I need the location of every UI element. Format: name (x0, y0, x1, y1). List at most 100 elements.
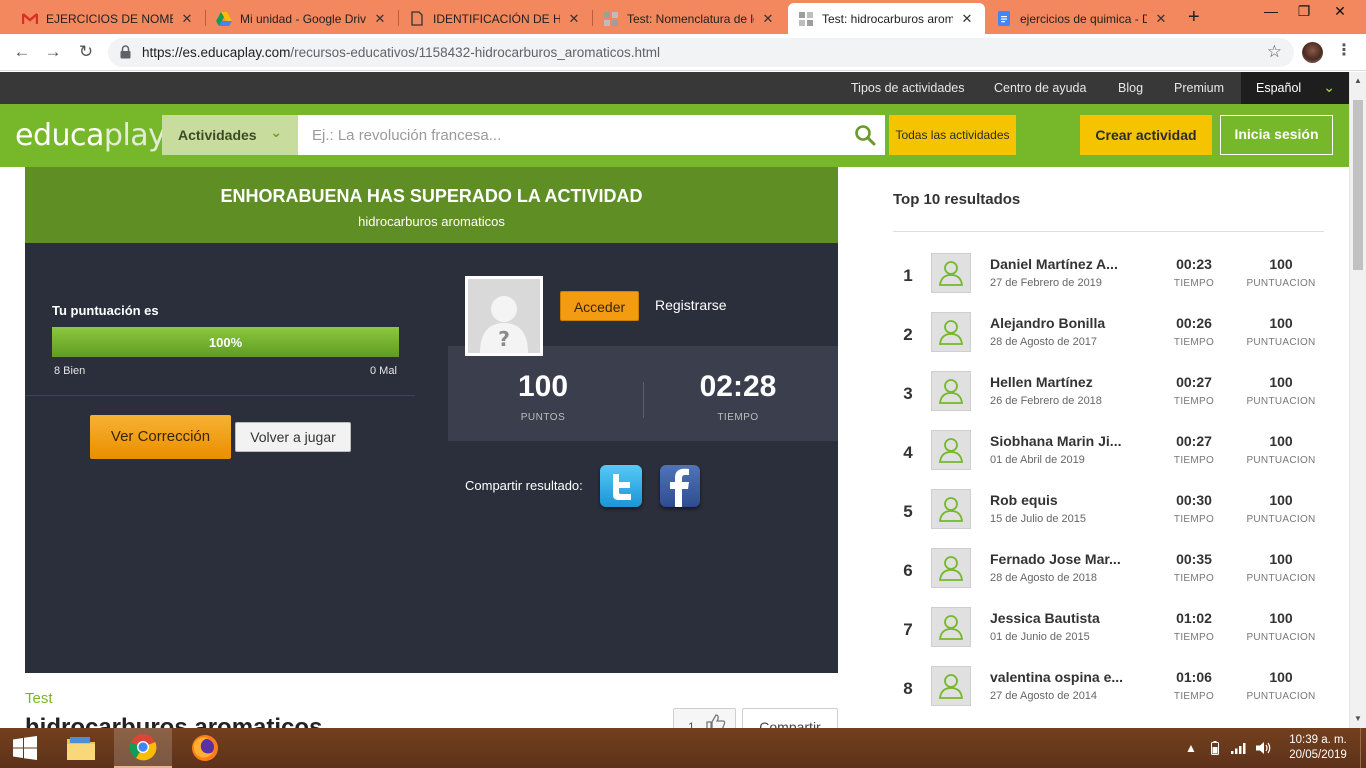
nav-link-premium[interactable]: Premium (1174, 81, 1224, 95)
search-input[interactable] (298, 115, 885, 155)
bookmark-star-icon[interactable]: ☆ (1267, 42, 1282, 62)
score-label: PUNTUACION (1246, 514, 1316, 525)
user-icon (931, 666, 971, 706)
windows-start-button[interactable] (0, 728, 50, 768)
url-bar[interactable]: https://es.educaplay.com/recursos-educat… (108, 38, 1294, 67)
play-again-button[interactable]: Volver a jugar (235, 422, 351, 452)
browser-tab[interactable]: IDENTIFICACIÓN DE HIDROCARBUROS ✕ (399, 3, 592, 34)
player-name: Alejandro Bonilla (990, 315, 1106, 331)
register-link[interactable]: Registrarse (655, 297, 727, 313)
page-scrollbar[interactable]: ▲ ▼ (1349, 72, 1366, 728)
rank-position: 8 (903, 679, 913, 698)
google-docs-icon (996, 11, 1012, 27)
result-time: 00:26 (1176, 315, 1212, 331)
rank-position: 4 (903, 443, 913, 462)
time-label: TIEMPO (717, 412, 759, 423)
scroll-up-icon[interactable]: ▲ (1354, 76, 1362, 85)
time-label: TIEMPO (1173, 337, 1215, 348)
result-time: 00:27 (1176, 374, 1212, 390)
congrats-title: ENHORABUENA HAS SUPERADO LA ACTIVIDAD (220, 186, 643, 206)
score-label: Tu puntuación es (52, 303, 159, 318)
battery-icon[interactable] (1211, 728, 1219, 768)
activity-name: hidrocarburos aromaticos (358, 214, 505, 229)
nav-link-blog[interactable]: Blog (1118, 81, 1143, 95)
activities-dropdown[interactable]: Actividades ⌄ (162, 115, 298, 155)
result-score: 100 (1269, 669, 1293, 685)
ranking-row: 3 Hellen Martínez 26 de Febrero de 2018 00:… (893, 371, 1324, 430)
firefox-taskbar-button[interactable] (176, 728, 234, 768)
close-window-icon[interactable]: ✕ (1325, 0, 1355, 30)
volume-icon[interactable] (1256, 728, 1272, 768)
browser-tab[interactable]: Test: Nomenclatura de los hidrocarburos … (593, 3, 786, 34)
result-time: 01:02 (1176, 610, 1212, 626)
nav-link-activity-types[interactable]: Tipos de actividades (851, 81, 965, 95)
result-date: 27 de Febrero de 2019 (990, 277, 1102, 289)
chrome-taskbar-button[interactable] (114, 728, 172, 768)
site-top-nav: Tipos de actividades Centro de ayuda Blo… (0, 72, 1349, 104)
ranking-row: 8 valentina ospina e... 27 de Agosto de 20… (893, 666, 1324, 725)
windows-logo-icon (13, 736, 37, 760)
folder-icon (67, 737, 95, 760)
chrome-menu-icon[interactable]: ⋮ (1336, 40, 1352, 60)
ranking-row: 1 Daniel Martínez A... 27 de Febrero de 20… (893, 253, 1324, 312)
close-tab-icon[interactable]: ✕ (372, 11, 388, 27)
chrome-icon (129, 734, 157, 761)
reload-icon[interactable]: ↻ (74, 40, 98, 64)
player-name: valentina ospina e... (990, 669, 1124, 685)
language-selector[interactable]: Español ⌄ (1241, 72, 1349, 104)
all-activities-button[interactable]: Todas las actividades (889, 115, 1016, 155)
user-avatar-placeholder: ? (465, 276, 543, 356)
result-score: 100 (1269, 315, 1293, 331)
restore-icon[interactable]: ❐ (1289, 0, 1319, 30)
close-tab-icon[interactable]: ✕ (179, 11, 195, 27)
facebook-icon (670, 468, 689, 507)
back-icon[interactable]: ← (10, 40, 34, 64)
tray-overflow-icon[interactable]: ▲ (1185, 728, 1197, 768)
scroll-down-icon[interactable]: ▼ (1354, 714, 1362, 723)
result-score: 100 (1269, 256, 1293, 272)
access-button[interactable]: Acceder (560, 291, 639, 321)
close-tab-icon[interactable]: ✕ (760, 11, 776, 27)
create-activity-button[interactable]: Crear actividad (1080, 115, 1212, 155)
close-tab-icon[interactable]: ✕ (1153, 11, 1169, 27)
wrong-count: 0 Mal (370, 365, 397, 377)
rank-position: 7 (903, 620, 913, 639)
url-text: https://es.educaplay.com/recursos-educat… (142, 45, 661, 60)
user-icon (931, 489, 971, 529)
result-date: 01 de Junio de 2015 (990, 631, 1090, 643)
browser-tab-active[interactable]: Test: hidrocarburos aromaticos ✕ (788, 3, 985, 34)
browser-tab[interactable]: Mi unidad - Google Drive ✕ (206, 3, 398, 34)
profile-avatar[interactable] (1302, 42, 1323, 63)
system-clock[interactable]: 10:39 a. m. 20/05/2019 (1286, 733, 1350, 763)
ranking-row: 7 Jessica Bautista 01 de Junio de 2015 01:0… (893, 607, 1324, 666)
time-value: 02:28 (699, 370, 777, 403)
twitter-share-button[interactable] (600, 465, 642, 507)
facebook-share-button[interactable] (660, 465, 700, 507)
rank-position: 6 (903, 561, 913, 580)
stats-box: 100 PUNTOS 02:28 TIEMPO (448, 346, 838, 441)
result-date: 26 de Febrero de 2018 (990, 395, 1102, 407)
scrollbar-thumb[interactable] (1353, 100, 1363, 270)
browser-tab[interactable]: EJERCICIOS DE NOMENCLATURA ✕ (12, 3, 205, 34)
educaplay-logo[interactable]: educaplay (15, 118, 166, 153)
browser-tab[interactable]: ejercicios de quimica - Documentos de Go… (986, 3, 1179, 34)
show-desktop-button[interactable] (1360, 728, 1366, 768)
network-icon[interactable] (1231, 728, 1247, 768)
login-button[interactable]: Inicia sesión (1220, 115, 1333, 155)
player-name: Fernado Jose Mar... (990, 551, 1121, 567)
score-label: PUNTUACION (1246, 632, 1316, 643)
nav-link-help-center[interactable]: Centro de ayuda (994, 81, 1086, 95)
close-tab-icon[interactable]: ✕ (959, 11, 975, 27)
new-tab-icon[interactable]: + (1188, 6, 1200, 29)
result-header: ENHORABUENA HAS SUPERADO LA ACTIVIDAD hi… (25, 167, 838, 243)
minimize-icon[interactable]: — (1256, 0, 1286, 30)
search-icon[interactable] (854, 124, 876, 146)
share-result-label: Compartir resultado: (465, 478, 583, 493)
forward-icon[interactable]: → (41, 40, 65, 64)
score-label: PUNTUACION (1246, 278, 1316, 289)
see-correction-button[interactable]: Ver Corrección (90, 415, 231, 459)
file-explorer-button[interactable] (52, 728, 110, 768)
close-tab-icon[interactable]: ✕ (566, 11, 582, 27)
player-name: Daniel Martínez A... (990, 256, 1118, 272)
divider (25, 395, 415, 396)
